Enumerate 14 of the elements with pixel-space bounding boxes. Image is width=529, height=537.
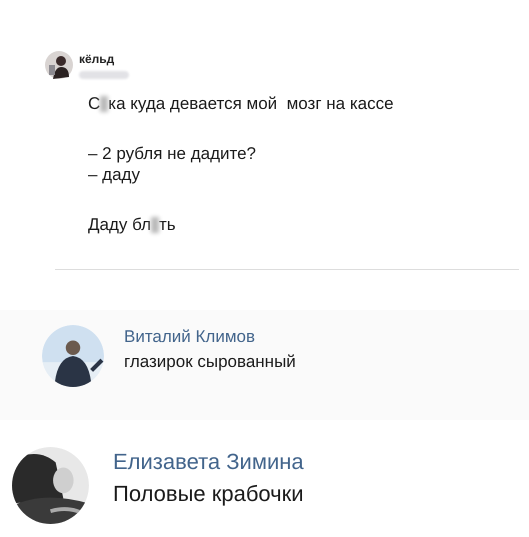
commenter-name[interactable]: Елизавета Зимина xyxy=(113,447,304,477)
post-text: Даду бл xyxy=(88,214,152,235)
author-name: кёльд xyxy=(79,51,116,68)
commenter-name[interactable]: Виталий Климов xyxy=(124,325,296,349)
post-text: – даду xyxy=(88,164,140,185)
censor-blur xyxy=(100,96,108,112)
post-text: С xyxy=(88,93,100,114)
post-text: ть xyxy=(159,214,176,235)
avatar-icon xyxy=(45,50,73,78)
censor-blur xyxy=(151,216,160,232)
post-text: – 2 рубля не дадите? xyxy=(88,143,256,164)
comment-text: Половые крабочки xyxy=(113,480,304,508)
post-text: ка куда девается мой мозг на кассе xyxy=(108,93,394,114)
comment-text: глазирок сырованный xyxy=(124,351,296,373)
